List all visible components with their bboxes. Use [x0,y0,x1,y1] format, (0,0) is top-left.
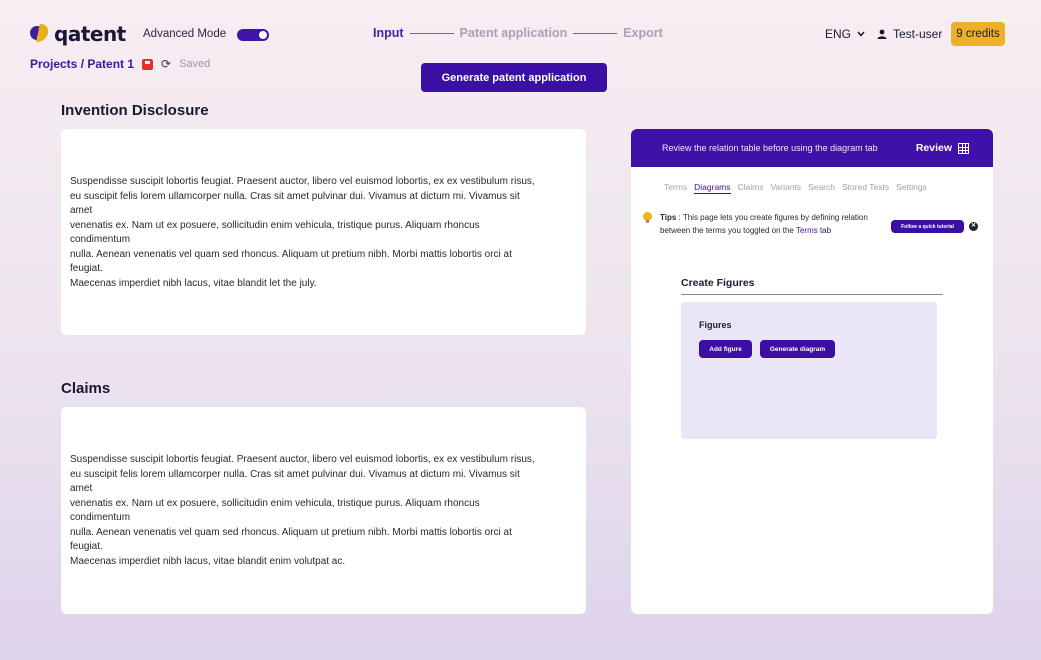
tips-label: Tips [660,213,677,222]
claims-text[interactable]: Suspendisse suscipit lobortis feugiat. P… [70,453,580,569]
language-value: ENG [825,27,852,41]
save-status: Saved [179,58,211,70]
disclosure-text[interactable]: Suspendisse suscipit lobortis feugiat. P… [70,175,580,291]
tutorial-button[interactable]: Follow a quick tutorial [891,220,964,233]
add-figure-button[interactable]: Add figure [699,340,752,358]
step-divider [409,32,454,34]
advanced-mode-label: Advanced Mode [143,28,227,40]
panel-tabs: Terms Diagrams Claims Variants Search St… [664,182,927,194]
refresh-icon[interactable]: ⟳ [161,57,171,71]
tab-claims[interactable]: Claims [738,182,764,194]
table-icon [958,142,969,154]
disclosure-title: Invention Disclosure [61,102,209,119]
logo[interactable]: qatent [30,22,126,46]
logo-text: qatent [54,22,126,46]
tab-diagrams[interactable]: Diagrams [694,182,731,194]
tips-box: Tips : This page lets you create figures… [643,211,881,237]
tips-text: : This page lets you create figures by d… [660,213,868,235]
review-banner: Review the relation table before using t… [631,129,993,167]
progress-steps: Input Patent application Export [373,26,663,40]
terms-link[interactable]: Terms [796,226,818,235]
user-icon [877,29,887,39]
create-figures-title: Create Figures [681,277,755,289]
step-patent-application[interactable]: Patent application [460,26,568,40]
logo-icon [30,24,50,44]
claims-title: Claims [61,380,111,397]
advanced-mode-toggle[interactable] [237,29,269,41]
language-selector[interactable]: ENG [825,27,865,41]
review-button[interactable]: Review [916,142,969,154]
tab-search[interactable]: Search [808,182,835,194]
step-divider [573,32,618,34]
tab-variants[interactable]: Variants [771,182,802,194]
review-label: Review [915,142,952,154]
generate-diagram-button[interactable]: Generate diagram [760,340,835,358]
review-banner-message: Review the relation table before using t… [662,143,878,153]
disclosure-editor[interactable]: Suspendisse suscipit lobortis feugiat. P… [61,129,586,335]
save-icon[interactable] [142,58,154,70]
lightbulb-icon [643,212,652,223]
tab-settings[interactable]: Settings [896,182,927,194]
tab-terms[interactable]: Terms [664,182,687,194]
chevron-down-icon [857,31,865,37]
step-input[interactable]: Input [373,26,404,40]
step-export[interactable]: Export [623,26,663,40]
user-menu[interactable]: Test-user [877,27,942,41]
credits-badge[interactable]: 9 credits [951,22,1005,46]
breadcrumb-path[interactable]: Projects / Patent 1 [30,57,134,71]
breadcrumb: Projects / Patent 1 ⟳ Saved [30,57,210,71]
tips-suffix: tab [817,226,832,235]
generate-patent-button[interactable]: Generate patent application [421,63,607,92]
figures-box: Figures Add figure Generate diagram [681,302,937,439]
figures-label: Figures [699,320,732,330]
user-name: Test-user [893,27,943,41]
tab-stored-texts[interactable]: Stored Texts [842,182,889,194]
claims-editor[interactable]: Suspendisse suscipit lobortis feugiat. P… [61,407,586,614]
side-panel: Review the relation table before using t… [631,129,993,614]
divider [681,294,943,295]
close-icon[interactable]: ✕ [969,222,978,231]
